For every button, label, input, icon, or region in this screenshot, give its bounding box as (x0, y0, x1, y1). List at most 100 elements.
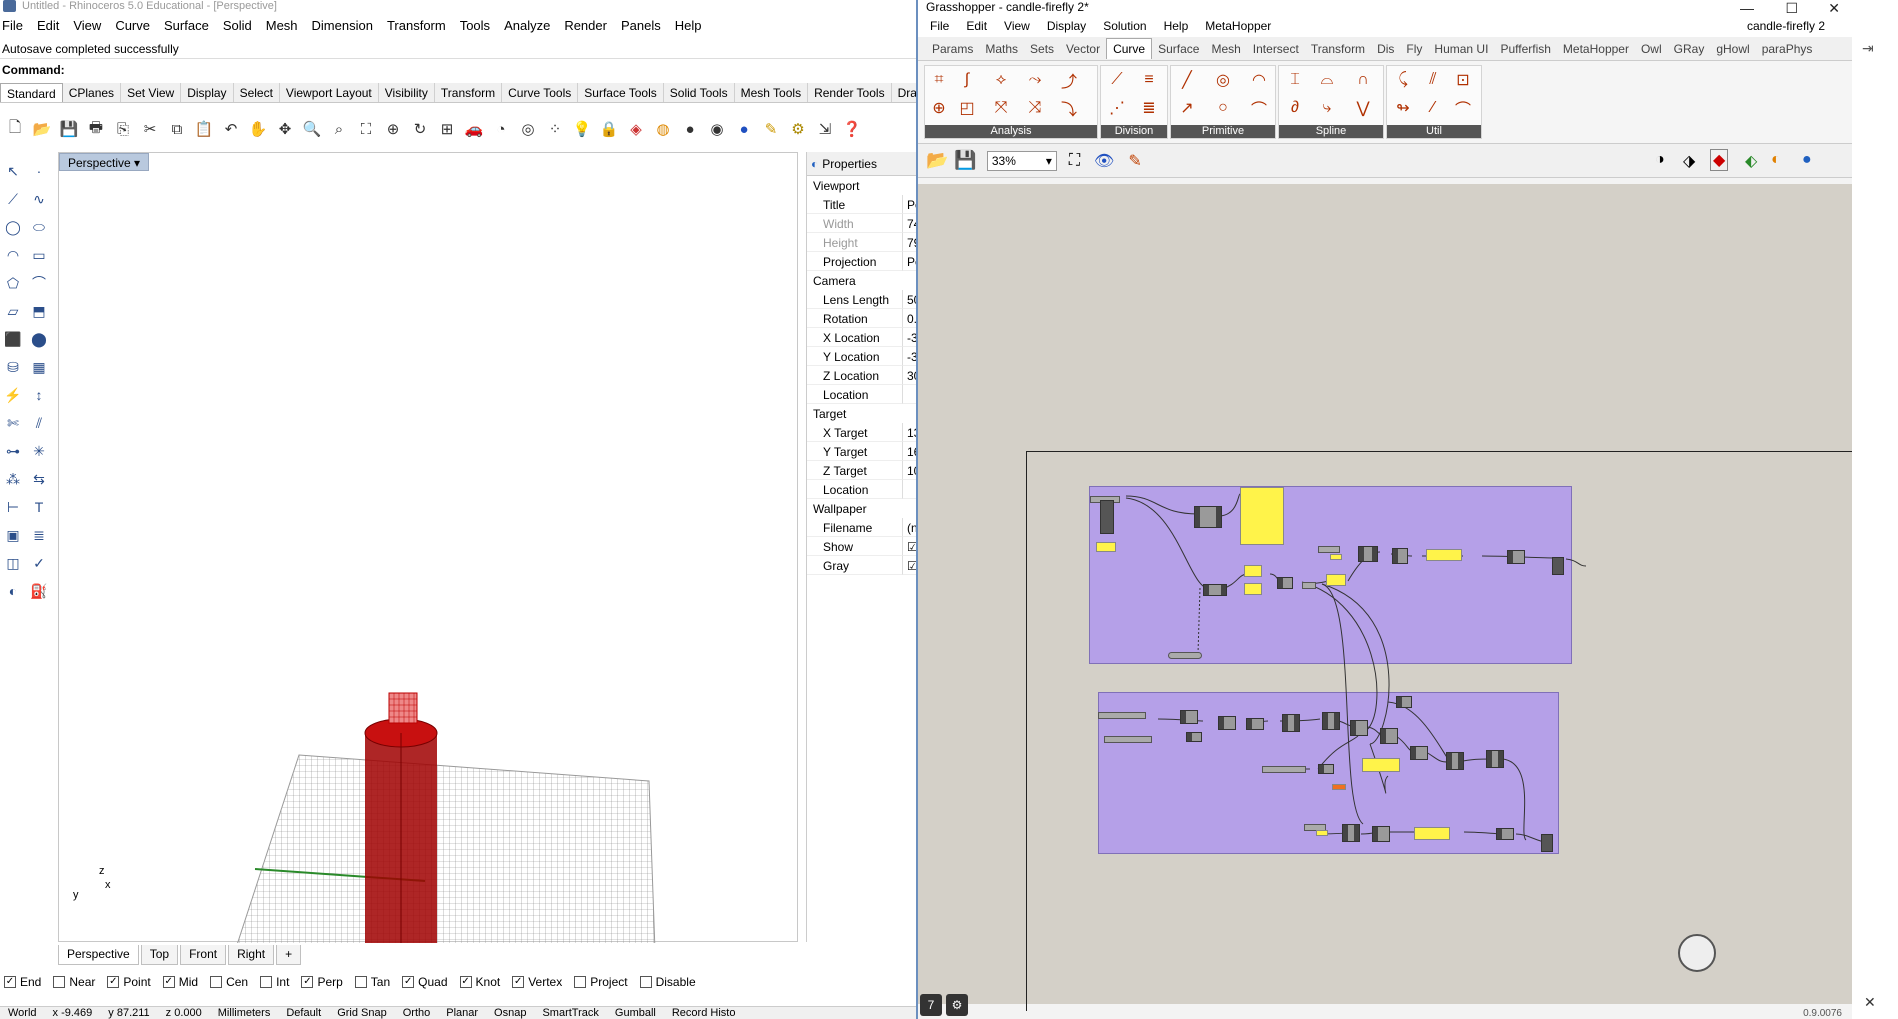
gh-component-h[interactable] (1552, 557, 1564, 575)
gh-tab-gray[interactable]: GRay (1668, 39, 1711, 59)
status-item-7[interactable]: Ortho (395, 1007, 439, 1019)
perspective-viewport[interactable]: Perspective ▾ z x y (58, 152, 798, 943)
bake-icon[interactable]: ⬖ (1745, 151, 1757, 171)
status-item-10[interactable]: SmartTrack (534, 1007, 606, 1019)
status-item-2[interactable]: y 87.211 (100, 1007, 157, 1019)
props-value[interactable] (903, 385, 916, 404)
status-item-11[interactable]: Gumball (607, 1007, 664, 1019)
props-row-z-location[interactable]: Z Location30 (807, 366, 916, 385)
props-value[interactable]: 74 (903, 214, 916, 233)
zoom-extents-gh-icon[interactable]: ⛶ (1069, 152, 1080, 170)
copy-icon[interactable]: ⧉ (166, 118, 188, 140)
properties-tab[interactable]: Properties (822, 157, 877, 171)
tab-set-view[interactable]: Set View (121, 83, 182, 102)
status-item-1[interactable]: x -9.469 (45, 1007, 101, 1019)
view-tab-front[interactable]: Front (180, 945, 227, 965)
gh-component-l[interactable] (1246, 718, 1264, 730)
gh-component-m[interactable] (1282, 714, 1300, 732)
gh-tab-ghowl[interactable]: gHowl (1710, 39, 1755, 59)
status-item-5[interactable]: Default (278, 1007, 329, 1019)
props-value[interactable]: 0. (903, 309, 916, 328)
props-row-height[interactable]: Height79 (807, 233, 916, 252)
text-icon[interactable]: T (28, 496, 50, 518)
props-row-lens-length[interactable]: Lens Length50 (807, 290, 916, 309)
util-icon-3[interactable]: ⊡ (1451, 68, 1475, 92)
color-wheel-icon[interactable]: ◍ (652, 118, 674, 140)
group-icon[interactable]: ▣ (2, 524, 24, 546)
sphere-icon[interactable]: ⬤ (28, 328, 50, 350)
menu-view[interactable]: View (73, 18, 101, 33)
gh-component-d[interactable] (1277, 577, 1293, 589)
gh-menu-solution[interactable]: Solution (1103, 19, 1146, 33)
osnap-checkbox-point[interactable]: ✓ (107, 976, 120, 988)
status-item-4[interactable]: Millimeters (210, 1007, 279, 1019)
analysis-icon-8[interactable]: ⤧ (989, 96, 1013, 120)
preview-selected-icon[interactable]: ◆ (1710, 149, 1729, 171)
light-bulb-icon[interactable]: 💡 (571, 118, 593, 140)
spline-icon-5[interactable]: ⤷ (1315, 96, 1339, 120)
tab-cplanes[interactable]: CPlanes (63, 83, 122, 102)
gh-component-c[interactable] (1203, 584, 1227, 596)
props-row-x-location[interactable]: X Location-3 (807, 328, 916, 347)
menu-analyze[interactable]: Analyze (504, 18, 550, 33)
osnap-checkbox-cen[interactable] (210, 976, 223, 988)
polygon-prim-icon[interactable]: ◎ (1211, 68, 1235, 92)
gh-menu-edit[interactable]: Edit (966, 19, 987, 33)
gh-tab-surface[interactable]: Surface (1152, 39, 1205, 59)
status-item-12[interactable]: Record Histo (664, 1007, 744, 1019)
gh-tab-intersect[interactable]: Intersect (1247, 39, 1305, 59)
settings-gear-icon[interactable]: ⚙ (787, 118, 809, 140)
gh-component-b[interactable] (1194, 506, 1222, 528)
props-value[interactable]: -3 (903, 347, 916, 366)
gh-tab-sets[interactable]: Sets (1024, 39, 1060, 59)
tab-display[interactable]: Display (181, 83, 234, 102)
osnap-checkbox-project[interactable] (574, 976, 587, 988)
command-prompt[interactable]: Command: (0, 59, 916, 83)
gh-component-s[interactable] (1446, 752, 1464, 770)
rectangle-icon[interactable]: ▭ (28, 244, 50, 266)
gh-component-f[interactable] (1392, 548, 1408, 564)
box-icon[interactable]: ⬛ (2, 328, 24, 350)
polygon-icon[interactable]: ⬠ (2, 272, 24, 294)
osnap-checkbox-vertex[interactable]: ✓ (512, 976, 525, 988)
osnap-near[interactable]: Near (53, 975, 95, 989)
render-icon[interactable]: ◐ (2, 580, 24, 602)
osnap-point[interactable]: ✓ Point (107, 975, 151, 989)
import-icon[interactable]: ⎘ (112, 118, 134, 140)
spline-icon-4[interactable]: ∂ (1283, 96, 1307, 120)
yellow-panel-large[interactable] (1240, 487, 1284, 545)
tab-solid-tools[interactable]: Solid Tools (664, 83, 735, 102)
tab-viewport-layout[interactable]: Viewport Layout (280, 83, 379, 102)
gh-component-t[interactable] (1486, 750, 1504, 768)
help-icon[interactable]: ❓ (841, 118, 863, 140)
osnap-checkbox-knot[interactable]: ✓ (459, 976, 472, 988)
props-row-z-target[interactable]: Z Target10 (807, 461, 916, 480)
props-value[interactable]: 16 (903, 442, 916, 461)
points-icon[interactable]: ⁘ (544, 118, 566, 140)
props-value[interactable]: 10 (903, 461, 916, 480)
osnap-checkbox-end[interactable]: ✓ (4, 976, 16, 988)
tab-transform[interactable]: Transform (435, 83, 503, 102)
paint-bucket-icon[interactable]: ⛽ (28, 580, 50, 602)
view-tab-top[interactable]: Top (140, 945, 179, 965)
arc-prim-icon[interactable]: ◠ (1247, 68, 1271, 92)
tab-render-tools[interactable]: Render Tools (808, 83, 892, 102)
osnap-tan[interactable]: Tan (354, 975, 390, 989)
osnap-knot[interactable]: ✓ Knot (459, 975, 500, 989)
tab-standard[interactable]: Standard (0, 83, 63, 102)
edit-icon[interactable]: ✎ (760, 118, 782, 140)
analysis-icon-5[interactable]: ⤴ (1057, 68, 1081, 92)
gh-component-o[interactable] (1350, 720, 1368, 736)
gh-component-u[interactable] (1318, 764, 1334, 774)
menu-mesh[interactable]: Mesh (266, 18, 298, 33)
minimize-icon[interactable]: — (1740, 0, 1754, 16)
yellow-panel-3[interactable] (1326, 574, 1346, 586)
osnap-checkbox-near[interactable] (53, 976, 66, 988)
layer-icon[interactable]: ◈ (625, 118, 647, 140)
spline-icon-2[interactable]: ⌓ (1315, 68, 1339, 92)
yellow-panel-small[interactable] (1096, 542, 1116, 552)
preview-shaded-icon[interactable]: ⬗ (1683, 151, 1695, 171)
pin-icon[interactable]: ⇥ (1862, 40, 1874, 57)
gh-tab-maths[interactable]: Maths (979, 39, 1024, 59)
point-icon[interactable]: · (28, 160, 50, 182)
